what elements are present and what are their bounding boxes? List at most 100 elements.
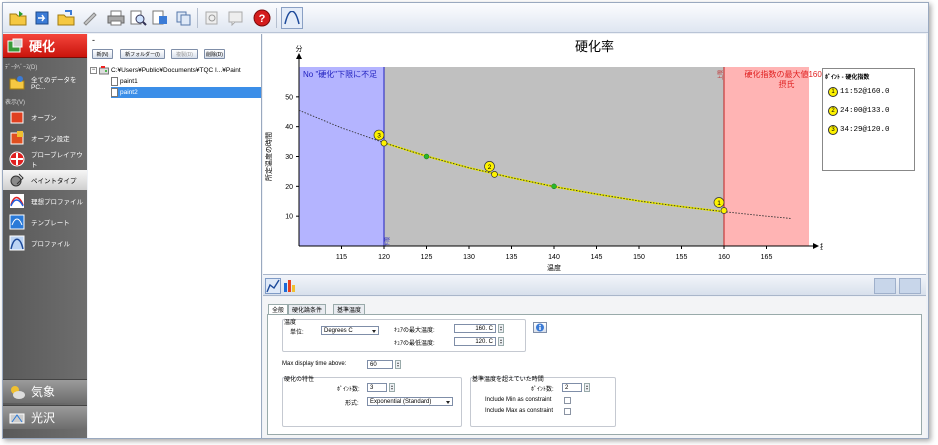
- page-setup-icon[interactable]: [149, 7, 171, 29]
- cure-point-marker: [720, 207, 728, 214]
- tab-general[interactable]: 全般: [268, 304, 289, 314]
- main-toolbar: ?: [3, 3, 928, 33]
- new-button[interactable]: 新(N): [92, 49, 113, 59]
- nav-header-cure[interactable]: 硬化: [3, 34, 87, 58]
- ref-points-stepper[interactable]: [584, 383, 590, 392]
- find-icon[interactable]: [201, 7, 223, 29]
- tab-cure-conditions[interactable]: 硬化論条件: [288, 304, 327, 314]
- open-folder-icon[interactable]: [7, 7, 29, 29]
- legend-row-text: 24:00@133.0: [840, 107, 890, 115]
- form-select[interactable]: Exponential (Standard): [367, 397, 453, 406]
- max-constraint-checkbox[interactable]: [564, 408, 571, 415]
- unit-select-value: Degrees C: [324, 327, 353, 334]
- nav-gloss[interactable]: 光沢: [3, 405, 87, 429]
- form-select-value: Exponential (Standard): [370, 398, 432, 405]
- ref-points-input[interactable]: 2: [562, 383, 582, 392]
- settings-icon[interactable]: [79, 7, 101, 29]
- max-display-label: Max display time above:: [282, 361, 347, 367]
- document-icon: [111, 88, 118, 97]
- export-icon[interactable]: [55, 7, 77, 29]
- unit-select[interactable]: Degrees C: [321, 326, 379, 335]
- nav-item-open-settings[interactable]: オープン設定: [3, 128, 87, 148]
- y-tick-label: 50: [285, 94, 293, 101]
- nav-item-all-data[interactable]: 全てのデータをPC...: [3, 72, 87, 92]
- legend-row-text: 34:29@120.0: [840, 126, 890, 134]
- nav-item-template[interactable]: テンプレート: [3, 212, 87, 232]
- legend-point-number: 1: [828, 87, 838, 97]
- svg-text:?: ?: [259, 13, 266, 25]
- nav-item-open[interactable]: オープン: [3, 107, 87, 127]
- x-tick-label: 145: [591, 254, 603, 261]
- copy-icon[interactable]: [173, 7, 195, 29]
- above-max-band: [724, 67, 809, 246]
- nav-item-paint-type[interactable]: ペイントタイプ: [3, 170, 87, 190]
- settings-panel: 全般 硬化論条件 基準温度 温度 単位: Degrees C ｷｭｱの最大温度:…: [263, 297, 926, 438]
- nav-header-label: 硬化: [29, 39, 56, 54]
- template-icon: [9, 214, 25, 230]
- panel-toggle-left[interactable]: [874, 278, 896, 294]
- duplicate-button[interactable]: 複製(D): [171, 49, 198, 59]
- print-preview-icon[interactable]: [127, 7, 149, 29]
- panel-collapse[interactable]: -: [92, 35, 95, 45]
- legend-point-number: 2: [828, 106, 838, 116]
- tab-reference-temp[interactable]: 基準温度: [333, 304, 366, 314]
- legend-row-text: 11:52@160.0: [840, 88, 890, 96]
- bar-chart-icon[interactable]: [283, 278, 299, 294]
- y-tick-label: 10: [285, 214, 293, 221]
- info-icon: [536, 323, 544, 332]
- new-folder-button[interactable]: 新フォルダー(I): [120, 49, 165, 59]
- panel-toggle-right[interactable]: [899, 278, 921, 294]
- tree-item-paint1[interactable]: paint1: [111, 76, 138, 87]
- ideal-profile-icon: [9, 193, 25, 209]
- max-display-input[interactable]: 60: [367, 360, 393, 369]
- info-button[interactable]: [533, 322, 547, 333]
- comment-icon[interactable]: [225, 7, 247, 29]
- min-constraint-checkbox[interactable]: [564, 397, 571, 404]
- cure-max-input[interactable]: 160. C: [454, 324, 496, 333]
- cure-point-label: 1: [717, 200, 721, 207]
- x-tick-label: 150: [633, 254, 645, 261]
- nav-item-label: ペイントタイプ: [31, 178, 77, 185]
- cure-max-stepper[interactable]: [498, 324, 504, 333]
- points-label: ﾎﾟｲﾝﾄ数:: [337, 387, 360, 393]
- left-band-label: No "硬化"下限に不足: [303, 69, 377, 79]
- nav-gloss-label: 光沢: [31, 411, 56, 425]
- x-unit-label: 摂氏: [820, 242, 823, 251]
- y-axis-arrow: [296, 53, 302, 59]
- y-tick-label: 30: [285, 154, 293, 161]
- nav-item-label: プロファイル: [31, 241, 70, 248]
- cure-max-label: ｷｭｱの最大温度:: [394, 328, 435, 334]
- print-icon[interactable]: [105, 7, 127, 29]
- nav-weather[interactable]: 気象: [3, 379, 87, 403]
- legend-title: ﾎﾟｲﾝﾄ - 硬化指数: [825, 75, 870, 81]
- help-icon[interactable]: ?: [251, 7, 273, 29]
- nav-item-ideal-profile[interactable]: 理想プロファイル: [3, 191, 87, 211]
- max-display-stepper[interactable]: [395, 360, 401, 369]
- max-line-label: 上限: [717, 70, 724, 80]
- tree-root[interactable]: − C:¥Users¥Public¥Documents¥TQC I...¥Pai…: [90, 65, 241, 76]
- y-unit-label: 分: [296, 44, 303, 53]
- cure-min-stepper[interactable]: [498, 337, 504, 346]
- database-icon: [9, 74, 25, 90]
- delete-button[interactable]: 削除(D): [204, 49, 225, 59]
- x-tick-label: 115: [336, 254, 347, 261]
- cure-rate-chart[interactable]: 下限上限No "硬化"下限に不足硬化指数の最大値160.0摂氏分摂氏102030…: [263, 34, 823, 274]
- points-input[interactable]: 3: [367, 383, 387, 392]
- nav-item-profile[interactable]: プロファイル: [3, 233, 87, 253]
- cure-point-marker: [491, 171, 498, 178]
- points-stepper[interactable]: [389, 383, 395, 392]
- right-band-label: 硬化指数の最大値160.0: [744, 69, 823, 79]
- x-axis-title: 温度: [547, 263, 561, 272]
- curve-icon[interactable]: [281, 7, 303, 29]
- line-chart-icon[interactable]: [265, 278, 281, 294]
- nav-item-probe-layout[interactable]: プローブレイアウト: [3, 149, 87, 169]
- cure-point-label: 3: [377, 133, 381, 140]
- import-icon[interactable]: [31, 7, 53, 29]
- profile-icon: [9, 235, 25, 251]
- collapse-icon[interactable]: −: [90, 67, 97, 74]
- toolbar-separator: [276, 8, 277, 28]
- unit-label: 単位:: [290, 330, 304, 336]
- below-min-band: [299, 67, 384, 246]
- cure-min-input[interactable]: 120. C: [454, 337, 496, 346]
- tree-item-paint2[interactable]: paint2: [111, 87, 261, 98]
